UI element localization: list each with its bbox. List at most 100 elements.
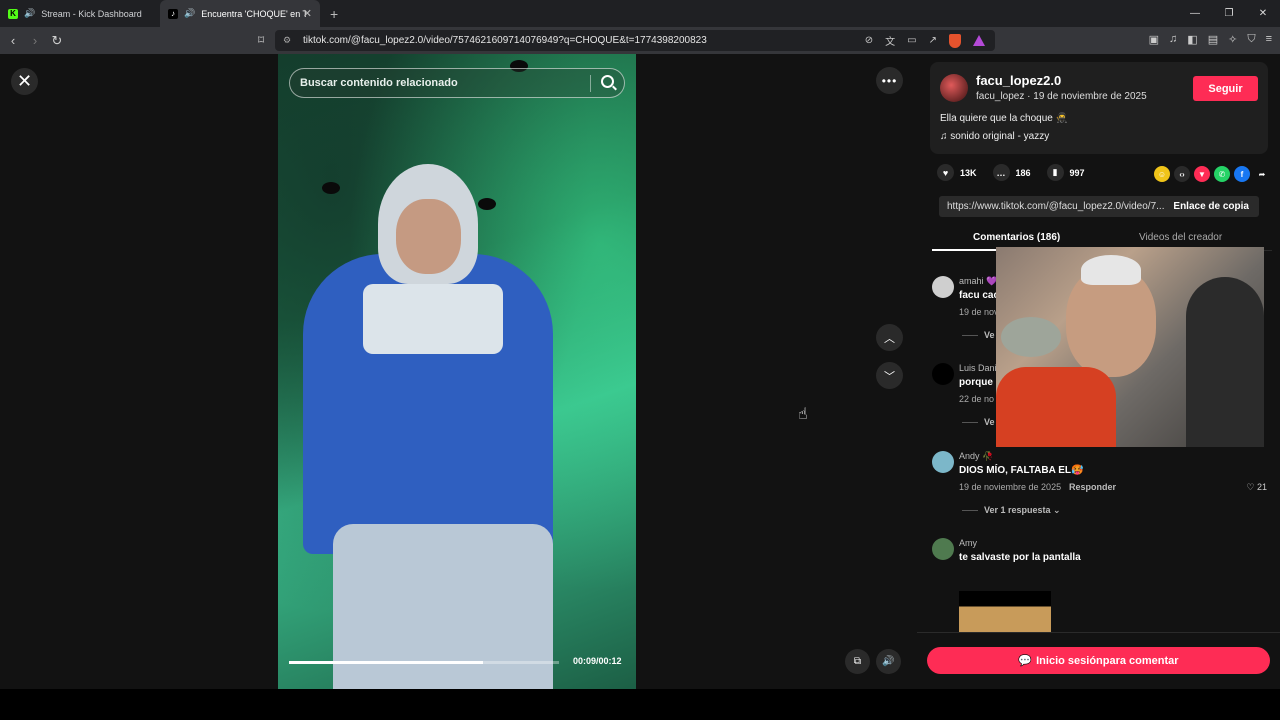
- close-window-button[interactable]: ✕: [1246, 0, 1280, 27]
- bookmark-icon[interactable]: ⌑: [258, 33, 264, 47]
- comment-user[interactable]: amahi 💜: [959, 276, 997, 287]
- music-icon[interactable]: ♫: [1169, 33, 1177, 46]
- block-icon[interactable]: ⊘: [865, 35, 873, 46]
- browser-toolbar: ‹ › ↻ ⌑ ⚙ tiktok.com/@facu_lopez2.0/vide…: [0, 27, 1280, 54]
- ceiling-light: [478, 198, 496, 210]
- kick-icon: K: [8, 8, 18, 19]
- comment-date: 22 de no: [959, 394, 995, 404]
- window-controls: — ❐ ✕: [1178, 0, 1280, 27]
- reader-icon[interactable]: ▣: [1149, 33, 1159, 46]
- webcam-person-cap: [1001, 317, 1061, 357]
- video-player[interactable]: Buscar contenido relacionado 00:09/00:12: [278, 54, 636, 689]
- coin-icon[interactable]: ☺: [1154, 166, 1170, 182]
- video-progress-bar[interactable]: [289, 661, 559, 664]
- view-replies-button[interactable]: Ve: [962, 330, 995, 340]
- avatar[interactable]: [932, 363, 954, 385]
- comment-icon: 💬: [1018, 655, 1033, 667]
- comment-login-bar: 💬 Inicio sesiónpara comentar: [917, 632, 1280, 689]
- search-icon[interactable]: [601, 75, 614, 88]
- comment-date: 19 de novi: [959, 307, 1001, 317]
- save-stat[interactable]: ▮ 997: [1046, 164, 1085, 181]
- tab-tiktok-search[interactable]: ♪ 🔊 Encuentra 'CHOQUE' en TikTo ✕: [160, 0, 320, 27]
- browser-tab-bar: K 🔊 Stream - Kick Dashboard ♪ 🔊 Encuentr…: [0, 0, 1280, 27]
- tiktok-icon: ♪: [168, 8, 178, 19]
- site-info-icon[interactable]: ⚙: [283, 35, 291, 46]
- comment-like-button[interactable]: ♡ 21: [1246, 482, 1267, 493]
- copy-link-button[interactable]: Enlace de copia: [1173, 201, 1249, 212]
- list-item: Andy 🥀 DIOS MÍO, FALTABA EL🥵 19 de novie…: [932, 451, 1267, 521]
- share-link-url[interactable]: https://www.tiktok.com/@facu_lopez2.0/vi…: [939, 201, 1169, 212]
- url-text: tiktok.com/@facu_lopez2.0/video/75746216…: [303, 35, 707, 46]
- back-button[interactable]: ‹: [2, 33, 24, 48]
- comment-user[interactable]: Andy 🥀: [959, 451, 993, 462]
- cast-icon[interactable]: ▭: [907, 35, 916, 46]
- comment-user[interactable]: Amy: [959, 538, 977, 548]
- search-divider: [590, 75, 591, 92]
- tab-creator-videos[interactable]: Videos del creador: [1139, 232, 1222, 243]
- tab-label: Encuentra 'CHOQUE' en TikTo: [201, 8, 307, 19]
- hand-cursor-icon: ☝: [798, 406, 808, 423]
- restore-button[interactable]: ❐: [1212, 0, 1246, 27]
- minimize-button[interactable]: —: [1178, 0, 1212, 27]
- whatsapp-icon[interactable]: ✆: [1214, 166, 1230, 182]
- login-to-comment-button[interactable]: 💬 Inicio sesiónpara comentar: [927, 647, 1270, 674]
- like-count: 13K: [960, 167, 977, 178]
- view-replies-button[interactable]: Ve: [962, 417, 995, 427]
- reload-button[interactable]: ↻: [46, 33, 68, 49]
- vpn-icon[interactable]: ⛉: [1247, 33, 1255, 46]
- avatar[interactable]: [932, 451, 954, 473]
- comment-image-dog[interactable]: [959, 591, 1051, 636]
- wallet-icon[interactable]: ▤: [1208, 33, 1218, 46]
- translate-icon[interactable]: 文: [885, 33, 895, 48]
- sidebar-icon[interactable]: ◧: [1187, 33, 1197, 46]
- comment-text: facu cac: [959, 290, 1000, 301]
- menu-icon[interactable]: ≡: [1266, 33, 1272, 46]
- more-options-button[interactable]: •••: [876, 67, 903, 94]
- close-video-button[interactable]: ✕: [11, 68, 38, 95]
- like-stat[interactable]: ♥ 13K: [937, 164, 977, 181]
- brave-rewards-icon[interactable]: [973, 35, 985, 46]
- address-bar-icons: ⊘ 文 ▭ ↗: [865, 33, 985, 48]
- brave-shield-icon[interactable]: [949, 33, 961, 48]
- view-replies-button[interactable]: Ver 1 respuesta ⌄: [962, 505, 1061, 516]
- taskbar-area: [0, 689, 1280, 720]
- comment-text: porque s: [959, 377, 1002, 388]
- share-icon[interactable]: ↗: [929, 35, 937, 46]
- leo-icon[interactable]: ✧: [1228, 33, 1237, 46]
- reply-button[interactable]: Responder: [1069, 482, 1116, 492]
- comment-stat[interactable]: … 186: [992, 164, 1031, 181]
- avatar[interactable]: [932, 276, 954, 298]
- related-search-input[interactable]: Buscar contenido relacionado: [289, 68, 625, 98]
- tab-kick-dashboard[interactable]: K 🔊 Stream - Kick Dashboard: [0, 0, 160, 27]
- new-tab-button[interactable]: +: [330, 6, 338, 22]
- sound-link[interactable]: ♫ sonido original - yazzy: [940, 131, 1049, 142]
- webcam-person-right: [1186, 277, 1264, 447]
- send-icon[interactable]: ▼: [1194, 166, 1210, 182]
- avatar[interactable]: [932, 538, 954, 560]
- address-bar[interactable]: ⚙ tiktok.com/@facu_lopez2.0/video/757462…: [275, 30, 995, 51]
- previous-video-button[interactable]: ︿: [876, 324, 903, 351]
- author-name[interactable]: facu_lopez2.0: [976, 73, 1061, 88]
- share-arrow-icon[interactable]: ➦: [1254, 166, 1270, 182]
- follow-button[interactable]: Seguir: [1193, 76, 1258, 101]
- person-chest: [363, 284, 503, 354]
- comment-date: 19 de noviembre de 2025: [959, 482, 1062, 492]
- avatar[interactable]: [940, 74, 968, 102]
- tab-comments[interactable]: Comentarios (186): [973, 232, 1060, 243]
- embed-icon[interactable]: ‹›: [1174, 166, 1190, 182]
- next-video-button[interactable]: ﹀: [876, 362, 903, 389]
- comment-text: DIOS MÍO, FALTABA EL🥵: [959, 465, 1084, 476]
- volume-button[interactable]: 🔊: [876, 649, 901, 674]
- facebook-icon[interactable]: f: [1234, 166, 1250, 182]
- video-caption: Ella quiere que la choque 🥷: [940, 113, 1069, 124]
- close-tab-icon[interactable]: ✕: [303, 7, 312, 20]
- comment-user[interactable]: Luis Dani: [959, 363, 997, 373]
- speaker-icon: 🔊: [184, 8, 196, 18]
- save-count: 997: [1069, 167, 1085, 178]
- heart-icon: ♥: [937, 164, 954, 181]
- person-face: [396, 199, 461, 274]
- webcam-person-jersey: [996, 367, 1116, 447]
- author-subtitle: facu_lopez · 19 de noviembre de 2025: [976, 91, 1147, 102]
- picture-in-picture-button[interactable]: ⧉: [845, 649, 870, 674]
- forward-button[interactable]: ›: [24, 33, 46, 48]
